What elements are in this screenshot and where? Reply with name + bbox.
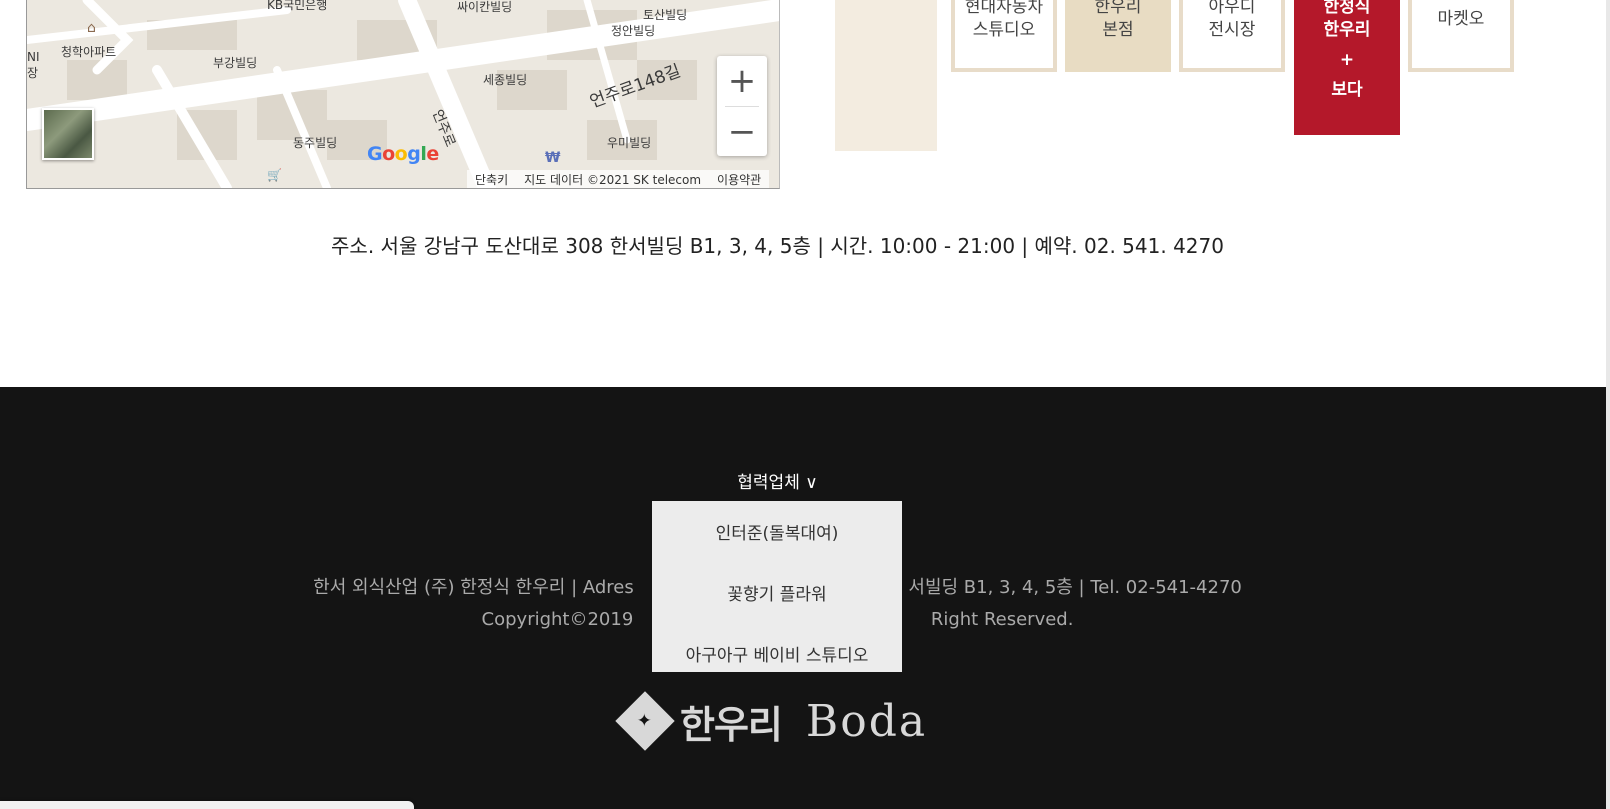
tab-hyundai-studio[interactable]: 현대자동차 스튜디오 (951, 0, 1057, 72)
zoom-out-button[interactable]: − (717, 107, 767, 157)
tab-market-o[interactable]: 마켓오 (1408, 0, 1514, 72)
partners-dropdown-menu: 인터준(돌복대여) 꽃향기 플라워 아구아구 베이비 스튜디오 (652, 501, 902, 672)
bank-poi-icon: ₩ (545, 150, 561, 166)
tab-label: 현대자동차 (964, 0, 1044, 17)
zoom-control: + − (717, 56, 767, 156)
partner-link[interactable]: 인터준(돌복대여) (652, 501, 902, 562)
satellite-toggle[interactable] (42, 108, 94, 160)
partners-dropdown-toggle[interactable]: 협력업체 ∨ (0, 468, 1555, 493)
home-poi-icon: ⌂ (87, 20, 96, 36)
logo-english: Boda (805, 695, 928, 747)
keyboard-shortcuts-link[interactable]: 단축키 (475, 171, 508, 188)
tab-label: 보다 (1331, 80, 1363, 100)
map-label: 우미빌딩 (607, 136, 652, 150)
map-label: 토산빌딩 (643, 8, 688, 22)
terms-link[interactable]: 이용약관 (717, 171, 761, 188)
tab-label: + (1339, 50, 1355, 70)
map-label: 청학아파트 (61, 45, 117, 59)
address-line: 주소. 서울 강남구 도산대로 308 한서빌딩 B1, 3, 4, 5층 | … (331, 234, 1224, 258)
tab-label: 스튜디오 (972, 20, 1036, 40)
footer-logo: ✦ 한우리 Boda (615, 691, 928, 751)
map-label: NI (27, 50, 40, 64)
google-logo: Google (367, 143, 439, 165)
shop-poi-icon: 🛒 (267, 168, 282, 182)
map-label: 세종빌딩 (483, 73, 528, 87)
map-attribution: 단축키 지도 데이터 ©2021 SK telecom 이용약관 (467, 170, 770, 188)
map-label: 정안빌딩 (611, 24, 656, 38)
map-label: 싸이칸빌딩 (457, 0, 513, 14)
partner-link[interactable]: 아구아구 베이비 스튜디오 (652, 623, 902, 684)
tab-label: 한우리 (1094, 0, 1142, 17)
logo-korean: 한우리 (680, 702, 783, 747)
zoom-in-button[interactable]: + (717, 56, 767, 106)
tab-label: 본점 (1102, 20, 1134, 40)
map-data-credit: 지도 데이터 ©2021 SK telecom (524, 172, 702, 187)
tab-audi-showroom[interactable]: 아우디 전시장 (1179, 0, 1285, 72)
tab-label: 전시장 (1208, 20, 1256, 40)
browser-status-bar (0, 801, 414, 809)
map-label: 장 (27, 66, 39, 80)
map-label: 부강빌딩 (213, 56, 258, 70)
tab-label: 아우디 (1208, 0, 1256, 17)
scrollbar[interactable] (1606, 0, 1610, 809)
logo-diamond-icon: ✦ (615, 691, 675, 751)
tab-label: 한우리 (1323, 20, 1371, 40)
decorative-column (835, 0, 937, 151)
tab-label: 한정식 (1323, 0, 1371, 17)
map-label: 동주빌딩 (293, 136, 338, 150)
location-map[interactable]: KB국민은행 싸이칸빌딩 토산빌딩 정안빌딩 청학아파트 부강빌딩 세종빌딩 언… (26, 0, 780, 189)
tab-label: 마켓오 (1437, 9, 1485, 29)
partner-link[interactable]: 꽃향기 플라워 (652, 562, 902, 623)
tab-hanjeongsik-boda[interactable]: 한정식 한우리 + 보다 (1294, 0, 1400, 135)
map-label: KB국민은행 (267, 0, 328, 12)
tab-hanwoori-main[interactable]: 한우리 본점 (1065, 0, 1171, 72)
